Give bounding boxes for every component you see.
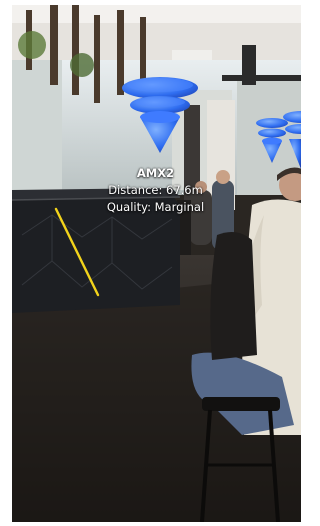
access-point-distance: Distance: 67.6m	[108, 183, 203, 197]
camera-feed	[12, 5, 301, 522]
access-point-name: AMX2	[136, 166, 175, 180]
ar-access-point-label[interactable]: AMX2 Distance: 67.6m Quality: Marginal	[98, 165, 213, 216]
ar-camera-view: AMX2 Distance: 67.6m Quality: Marginal	[12, 5, 301, 522]
access-point-quality: Quality: Marginal	[106, 200, 205, 214]
